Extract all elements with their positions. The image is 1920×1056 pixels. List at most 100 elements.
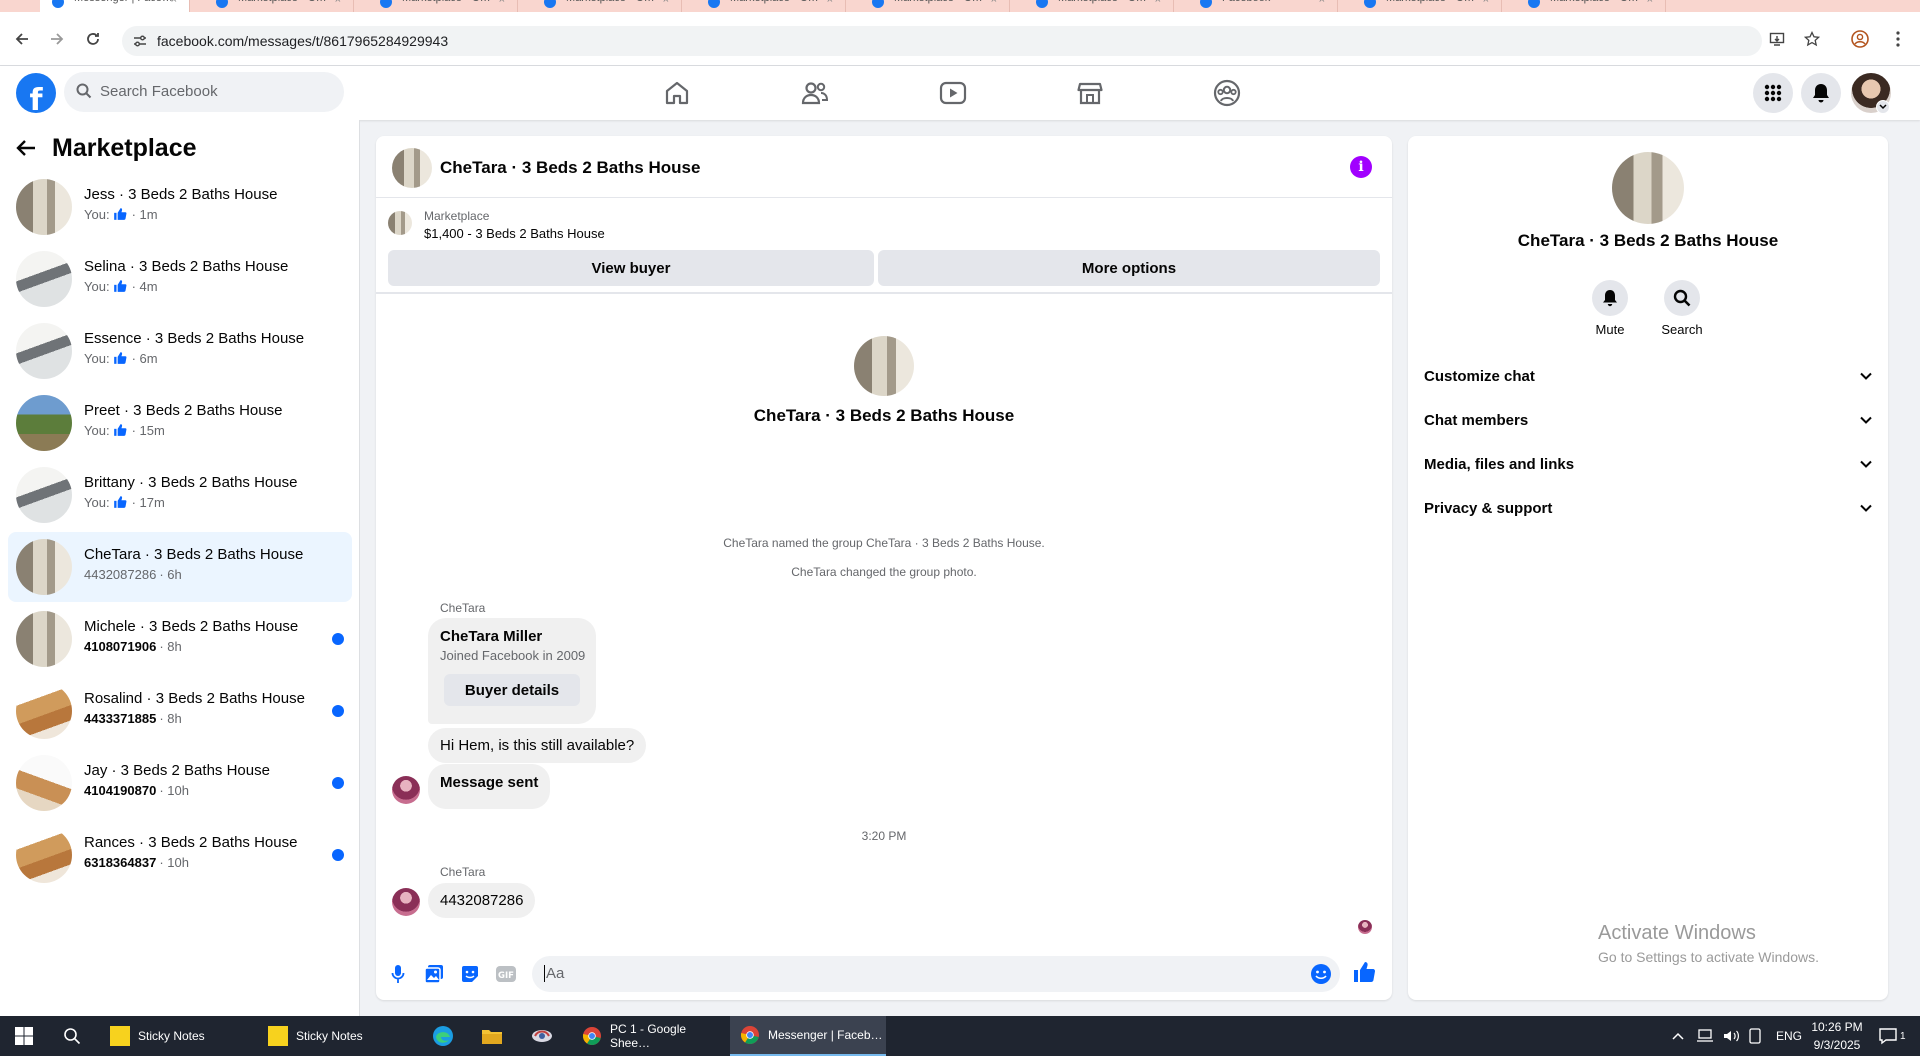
taskbar-search-icon[interactable] bbox=[60, 1016, 84, 1056]
message-bubble[interactable]: 4432087286 bbox=[428, 883, 536, 918]
home-icon[interactable] bbox=[622, 72, 732, 114]
sender-avatar[interactable] bbox=[392, 888, 420, 916]
info-section-toggle[interactable]: Customize chat bbox=[1424, 358, 1872, 394]
info-section-toggle[interactable]: Media, files and links bbox=[1424, 446, 1872, 482]
back-arrow-icon[interactable] bbox=[16, 139, 36, 157]
notification-center-icon[interactable]: 1 bbox=[1878, 1016, 1906, 1056]
conversation-item[interactable]: Jess · 3 Beds 2 Baths House You: · 1m bbox=[8, 172, 352, 242]
taskbar-app-sticky-notes[interactable]: Sticky Notes bbox=[258, 1016, 414, 1056]
facebook-logo[interactable]: f bbox=[16, 73, 56, 118]
close-tab-icon[interactable]: × bbox=[991, 0, 997, 6]
edge-icon[interactable] bbox=[428, 1016, 458, 1056]
search-action[interactable]: Search bbox=[1652, 280, 1712, 337]
menu-grid-icon[interactable] bbox=[1753, 73, 1793, 113]
address-bar[interactable]: facebook.com/messages/t/8617965284929943 bbox=[122, 26, 1762, 56]
emoji-icon[interactable] bbox=[1310, 963, 1332, 990]
marketplace-icon[interactable] bbox=[1035, 72, 1145, 114]
browser-tab[interactable]: Marketplace - C… × bbox=[1516, 0, 1666, 12]
chevron-up-icon[interactable] bbox=[1672, 1032, 1684, 1040]
sticker-icon[interactable] bbox=[458, 962, 482, 986]
volume-icon[interactable] bbox=[1722, 1028, 1740, 1044]
app-icon[interactable] bbox=[527, 1016, 557, 1056]
taskbar-clock[interactable]: 10:26 PM 9/3/2025 bbox=[1796, 1018, 1878, 1054]
browser-tab[interactable]: Marketplace - C… × bbox=[204, 0, 354, 12]
conversation-item[interactable]: Brittany · 3 Beds 2 Baths House You: · 17m bbox=[8, 460, 352, 530]
browser-tab[interactable]: Marketplace - C… × bbox=[532, 0, 682, 12]
browser-tab[interactable]: Marketplace - C… × bbox=[1024, 0, 1174, 12]
video-icon[interactable] bbox=[898, 72, 1008, 114]
preview-text: 4433371885 bbox=[84, 711, 157, 726]
close-tab-icon[interactable]: × bbox=[663, 0, 669, 6]
bookmark-star-icon[interactable] bbox=[1798, 25, 1826, 53]
taskbar-app-google-sheets[interactable]: PC 1 - Google Shee… bbox=[572, 1016, 728, 1056]
back-icon[interactable] bbox=[8, 25, 36, 53]
friends-icon[interactable] bbox=[760, 72, 870, 114]
microphone-icon[interactable] bbox=[386, 962, 410, 986]
browser-tab-label: Marketplace - C… bbox=[238, 0, 327, 4]
thumbs-up-send-icon[interactable] bbox=[1352, 960, 1376, 984]
device-icon[interactable] bbox=[1748, 1028, 1762, 1044]
close-tab-icon[interactable]: × bbox=[827, 0, 833, 6]
browser-tab[interactable]: Messenger | Face…× bbox=[40, 0, 190, 12]
conversation-item[interactable]: Selina · 3 Beds 2 Baths House You: · 4m bbox=[8, 244, 352, 314]
message-bubble[interactable]: Hi Hem, is this still available? bbox=[428, 728, 647, 763]
close-tab-icon[interactable]: × bbox=[1647, 0, 1653, 6]
notifications-bell-icon[interactable] bbox=[1801, 73, 1841, 113]
listing-title[interactable]: $1,400 - 3 Beds 2 Baths House bbox=[424, 226, 605, 241]
buyer-details-button[interactable]: Buyer details bbox=[444, 674, 580, 706]
chat-avatar[interactable] bbox=[392, 148, 432, 188]
conversation-item[interactable]: CheTara · 3 Beds 2 Baths House 4432087286… bbox=[8, 532, 352, 602]
taskbar-app-sticky-notes[interactable]: Sticky Notes bbox=[100, 1016, 256, 1056]
groups-icon[interactable] bbox=[1172, 72, 1282, 114]
conversation-name: Preet · 3 Beds 2 Baths House bbox=[84, 402, 283, 419]
preview-text: You: bbox=[84, 279, 110, 294]
close-tab-icon[interactable]: × bbox=[499, 0, 505, 6]
photo-attach-icon[interactable] bbox=[422, 962, 446, 986]
search-icon[interactable] bbox=[1664, 280, 1700, 316]
close-tab-icon[interactable]: × bbox=[171, 0, 177, 6]
forward-icon[interactable] bbox=[43, 25, 71, 53]
reload-icon[interactable] bbox=[79, 25, 107, 53]
conversation-info-icon[interactable]: i bbox=[1350, 156, 1372, 178]
conversation-item[interactable]: Rosalind · 3 Beds 2 Baths House 443337188… bbox=[8, 676, 352, 746]
message-input[interactable]: Aa bbox=[532, 956, 1340, 992]
network-icon[interactable] bbox=[1696, 1028, 1714, 1044]
browser-tab[interactable]: Marketplace - C… × bbox=[1352, 0, 1502, 12]
browser-tab[interactable]: Marketplace - C… × bbox=[696, 0, 846, 12]
browser-tab[interactable]: Facebook × bbox=[1188, 0, 1338, 12]
browser-tab[interactable]: Marketplace - C… × bbox=[368, 0, 518, 12]
conversation-item[interactable]: Michele · 3 Beds 2 Baths House 4108071906… bbox=[8, 604, 352, 674]
search-facebook-input[interactable]: Search Facebook bbox=[64, 72, 344, 112]
conversation-item[interactable]: Rances · 3 Beds 2 Baths House 6318364837 ·… bbox=[8, 820, 352, 890]
message-bubble[interactable]: Message sent bbox=[428, 764, 551, 809]
conversation-item[interactable]: Preet · 3 Beds 2 Baths House You: · 15m bbox=[8, 388, 352, 458]
facebook-favicon-icon bbox=[872, 0, 884, 8]
conversation-item[interactable]: Essence · 3 Beds 2 Baths House You: · 6m bbox=[8, 316, 352, 386]
conversation-time: · 8h bbox=[159, 711, 182, 726]
profile-icon[interactable] bbox=[1846, 25, 1874, 53]
bell-icon[interactable] bbox=[1592, 280, 1628, 316]
conversation-item[interactable]: Jay · 3 Beds 2 Baths House 4104190870 · 10… bbox=[8, 748, 352, 818]
info-section-toggle[interactable]: Chat members bbox=[1424, 402, 1872, 438]
browser-menu-icon[interactable] bbox=[1884, 25, 1912, 53]
account-chevron-down-icon[interactable] bbox=[1876, 100, 1890, 114]
close-tab-icon[interactable]: × bbox=[335, 0, 341, 6]
close-tab-icon[interactable]: × bbox=[1319, 0, 1325, 6]
mute-action[interactable]: Mute bbox=[1580, 280, 1640, 337]
taskbar-app-messenger[interactable]: Messenger | Faceb… bbox=[730, 1016, 886, 1056]
chat-title[interactable]: CheTara · 3 Beds 2 Baths House bbox=[440, 158, 700, 178]
browser-tab[interactable]: Marketplace - C… × bbox=[860, 0, 1010, 12]
file-explorer-icon[interactable] bbox=[477, 1016, 507, 1056]
site-settings-icon[interactable] bbox=[132, 33, 148, 49]
install-app-icon[interactable] bbox=[1763, 25, 1791, 53]
listing-thumbnail[interactable] bbox=[388, 211, 412, 235]
sender-avatar[interactable] bbox=[392, 776, 420, 804]
info-avatar[interactable] bbox=[1612, 152, 1684, 224]
gif-icon[interactable]: GIF bbox=[494, 962, 518, 986]
info-section-toggle[interactable]: Privacy & support bbox=[1424, 490, 1872, 526]
view-buyer-button[interactable]: View buyer bbox=[388, 250, 874, 286]
close-tab-icon[interactable]: × bbox=[1155, 0, 1161, 6]
more-options-button[interactable]: More options bbox=[878, 250, 1380, 286]
windows-start-icon[interactable] bbox=[12, 1016, 36, 1056]
close-tab-icon[interactable]: × bbox=[1483, 0, 1489, 6]
